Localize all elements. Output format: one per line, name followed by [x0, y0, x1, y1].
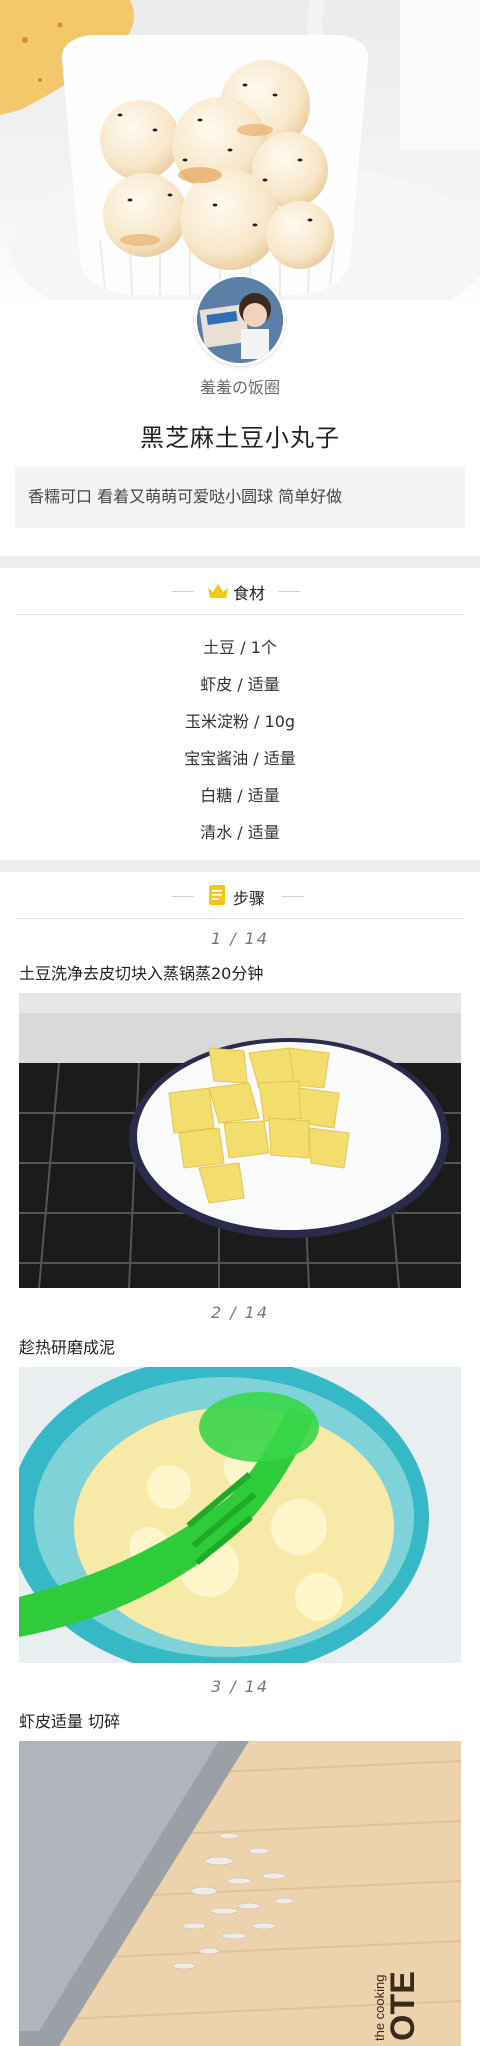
crown-icon — [207, 582, 229, 604]
recipe-description: 香糯可口 看着又萌萌可爱哒小圆球 简单好做 — [15, 466, 465, 528]
board-tagline: the cooking — [372, 1975, 387, 2042]
author-name[interactable]: 羞羞の饭圈 — [0, 374, 480, 398]
section-separator — [0, 860, 480, 872]
header-rule — [278, 591, 300, 592]
header-rule — [172, 896, 194, 897]
author-avatar[interactable] — [194, 274, 286, 366]
step-image[interactable]: OTE the cooking — [19, 1741, 461, 2046]
ingredient-item: 玉米淀粉 / 10g — [184, 712, 296, 731]
step-image[interactable] — [19, 1367, 461, 1663]
section-separator — [0, 556, 480, 568]
step-number: 1 / 14 — [210, 929, 270, 948]
ingredient-item: 虾皮 / 适量 — [200, 675, 280, 694]
step-number: 3 / 14 — [210, 1677, 270, 1696]
hero-image — [0, 0, 480, 320]
step-number: 2 / 14 — [210, 1303, 270, 1322]
header-rule — [282, 896, 304, 897]
ingredient-item: 白糖 / 适量 — [200, 786, 280, 805]
board-brand: OTE — [384, 1971, 422, 2041]
steps-heading: 步骤 — [233, 889, 266, 908]
steps-header: 步骤 — [0, 877, 480, 917]
ingredients-header: 食材 — [0, 572, 480, 612]
ingredients-heading: 食材 — [233, 584, 266, 603]
divider — [15, 918, 465, 919]
header-rule — [172, 591, 194, 592]
note-icon — [209, 885, 225, 909]
divider — [15, 614, 465, 615]
recipe-title: 黑芝麻土豆小丸子 — [140, 424, 340, 452]
ingredient-item: 清水 / 适量 — [200, 823, 280, 842]
step-text: 趁热研磨成泥 — [19, 1338, 116, 1357]
step-image[interactable] — [19, 993, 461, 1288]
ingredient-item: 土豆 / 1个 — [203, 638, 277, 657]
step-text: 虾皮适量 切碎 — [19, 1712, 121, 1731]
step-text: 土豆洗净去皮切块入蒸锅蒸20分钟 — [19, 964, 264, 983]
ingredient-item: 宝宝酱油 / 适量 — [184, 749, 296, 768]
